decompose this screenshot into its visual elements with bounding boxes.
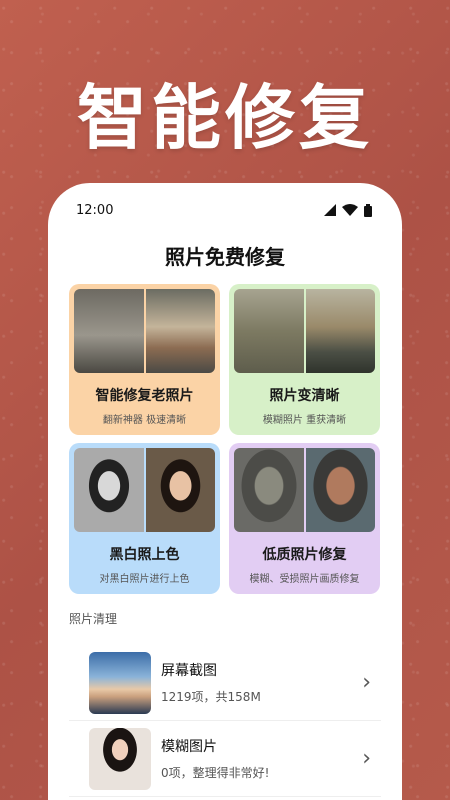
thumbnail-blurry-images bbox=[89, 727, 151, 790]
card-subtitle: 对黑白照片进行上色 bbox=[99, 574, 190, 585]
thumbnail-screenshots bbox=[89, 651, 151, 714]
card-low-quality-restore[interactable]: 低质照片修复 模糊、受损照片画质修复 bbox=[229, 443, 380, 594]
section-label-photo-cleanup: 照片清理 bbox=[69, 612, 118, 626]
card-image-low-quality bbox=[234, 448, 375, 532]
page-title: 照片免费修复 bbox=[165, 245, 285, 269]
card-image-colorize bbox=[74, 448, 215, 532]
card-photo-clarify[interactable]: 照片变清晰 模糊照片 重获清晰 bbox=[229, 284, 380, 435]
status-bar: 12:00 bbox=[48, 183, 402, 237]
card-image-old-photo bbox=[74, 289, 215, 373]
card-title: 照片变清晰 bbox=[269, 388, 340, 404]
card-image-clarify bbox=[234, 289, 375, 373]
card-old-photo-restore[interactable]: 智能修复老照片 翻新神器 极速清晰 bbox=[69, 284, 220, 435]
list-item-subtitle: 1219项，共158M bbox=[161, 690, 261, 704]
list-item-screenshots[interactable]: 屏幕截图 1219项，共158M › bbox=[69, 645, 381, 721]
card-subtitle: 模糊、受损照片画质修复 bbox=[249, 574, 360, 585]
list-item-title: 模糊图片 bbox=[161, 739, 217, 755]
feature-grid: 智能修复老照片 翻新神器 极速清晰 照片变清晰 模糊照片 重获清晰 黑白照上色 … bbox=[48, 284, 402, 594]
cleanup-list: 屏幕截图 1219项，共158M › 模糊图片 0项，整理得非常好! › bbox=[48, 645, 402, 797]
list-item-title: 屏幕截图 bbox=[161, 663, 217, 679]
list-item-subtitle: 0项，整理得非常好! bbox=[161, 766, 270, 780]
battery-icon bbox=[364, 203, 372, 217]
card-title: 低质照片修复 bbox=[262, 547, 347, 563]
wifi-icon bbox=[342, 204, 358, 216]
card-title: 智能修复老照片 bbox=[95, 388, 194, 404]
status-time: 12:00 bbox=[76, 202, 114, 218]
list-item-blurry-images[interactable]: 模糊图片 0项，整理得非常好! › bbox=[69, 721, 381, 797]
card-title: 黑白照上色 bbox=[109, 547, 180, 563]
hero-title: 智能修复 bbox=[77, 77, 373, 159]
chevron-right-icon: › bbox=[362, 670, 371, 695]
card-subtitle: 模糊照片 重获清晰 bbox=[262, 415, 347, 426]
card-colorize[interactable]: 黑白照上色 对黑白照片进行上色 bbox=[69, 443, 220, 594]
phone-screen: 12:00 照片免费修复 智能修复老照片 翻新神器 极速清晰 照片变清晰 模糊照… bbox=[48, 183, 402, 800]
signal-icon bbox=[324, 204, 336, 216]
card-subtitle: 翻新神器 极速清晰 bbox=[102, 415, 187, 426]
chevron-right-icon: › bbox=[362, 746, 371, 771]
